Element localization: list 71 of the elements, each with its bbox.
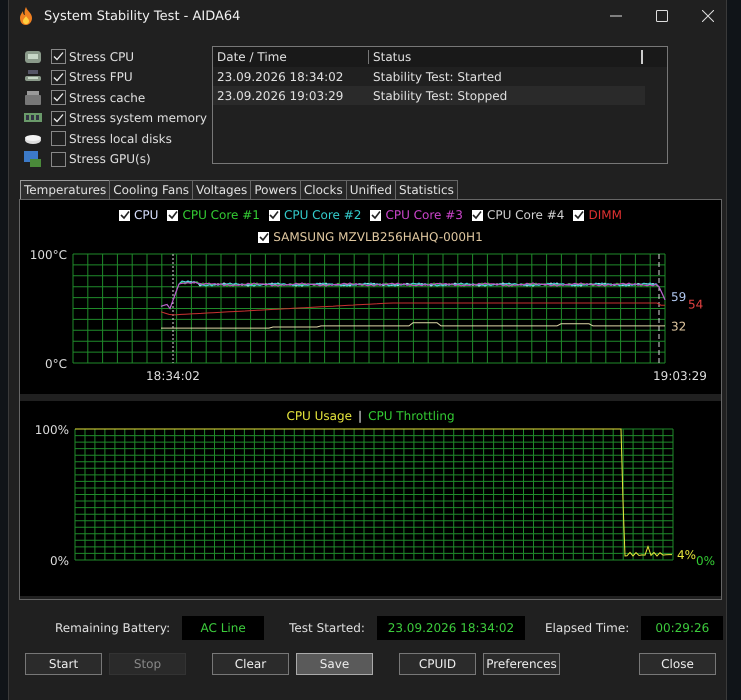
checkbox[interactable] [573, 210, 584, 220]
axis-label: 0°C [44, 357, 67, 371]
legend-label: CPU Core #1 [182, 208, 260, 222]
checkbox[interactable] [167, 210, 178, 220]
legend-label: DIMM [588, 208, 622, 222]
checkbox[interactable] [258, 232, 270, 242]
checkbox[interactable] [268, 210, 280, 220]
button[interactable]: Close [639, 653, 716, 675]
sensor-reading: 59 [671, 290, 686, 304]
status-field: 00:29:26 [641, 616, 724, 640]
time-label: 18:34:02 [146, 369, 200, 383]
table-cell-text: Stability Test: Started [372, 70, 502, 84]
column-header[interactable]: Status [369, 50, 643, 64]
legend-label: CPU Core #2 [284, 208, 362, 222]
field-label: Elapsed Time: [544, 621, 630, 635]
checkbox[interactable] [370, 210, 382, 220]
tab[interactable]: Clocks [300, 180, 347, 199]
sensor-reading: 32 [671, 319, 686, 334]
window-title: System Stability Test - AIDA64 [44, 8, 240, 24]
checkbox[interactable] [472, 210, 483, 220]
checkbox-label[interactable]: Stress CPU [69, 50, 134, 64]
table-cell-text: Stability Test: Stopped [372, 88, 508, 102]
flame-icon [18, 7, 34, 25]
checkbox-label[interactable]: Stress local disks [69, 132, 172, 146]
monitor-icon [23, 150, 43, 168]
table-cell-text: 23.09.2026 18:34:02 [216, 70, 344, 84]
column-header[interactable]: Date / Time [213, 50, 369, 64]
field-label: Remaining Battery: [55, 621, 170, 635]
checkbox-label[interactable]: Stress FPU [69, 70, 133, 84]
checkbox[interactable] [51, 152, 66, 167]
legend-label: SAMSUNG MZVLB256HAHQ-000H1 [273, 230, 483, 244]
axis-label: 100% [34, 423, 69, 437]
legend-label: CPU Core #4 [486, 208, 564, 222]
checkbox[interactable] [119, 210, 130, 220]
checkbox[interactable] [51, 131, 66, 146]
button[interactable]: Save [296, 653, 373, 675]
legend-label: CPU [134, 208, 158, 222]
status-field: 23.09.2026 18:34:02 [376, 616, 525, 640]
field-label: Test Started: [289, 621, 365, 635]
axis-label: 0% [50, 554, 69, 568]
checkbox-label[interactable]: Stress cache [69, 90, 146, 105]
checkbox[interactable] [51, 49, 66, 64]
usage-reading: 4% [677, 548, 696, 562]
button[interactable]: Preferences [483, 653, 560, 675]
legend-label: CPU Usage [286, 409, 352, 423]
button[interactable]: Clear [212, 653, 289, 675]
tab[interactable]: Statistics [395, 180, 458, 199]
checkbox[interactable] [51, 110, 66, 126]
checkbox-label[interactable]: Stress system memory [69, 111, 208, 126]
tab[interactable]: Cooling Fans [109, 180, 194, 199]
checkbox-label[interactable]: Stress GPU(s) [69, 152, 151, 166]
button[interactable]: CPUID [399, 653, 476, 675]
status-field: AC Line [182, 616, 264, 640]
tab[interactable]: Powers [250, 180, 301, 199]
usage-reading: 0% [696, 554, 716, 568]
chip-icon [23, 88, 43, 107]
legend-separator: | [358, 409, 362, 423]
button[interactable]: Start [25, 653, 102, 675]
legend-label: CPU Throttling [368, 409, 455, 423]
tab[interactable]: Voltages [192, 180, 252, 199]
tab[interactable]: Temperatures [20, 180, 110, 199]
table-cell-text: 23.09.2026 19:03:29 [216, 88, 344, 102]
time-label: 19:03:29 [653, 369, 707, 383]
axis-label: 100°C [30, 248, 67, 262]
sensor-reading: 54 [688, 298, 704, 312]
checkbox[interactable] [51, 70, 66, 85]
legend-label: CPU Core #3 [385, 208, 463, 222]
checkbox[interactable] [51, 90, 66, 106]
tab[interactable]: Unified [346, 180, 396, 199]
maximize-icon[interactable] [656, 10, 668, 22]
close-icon[interactable] [702, 10, 714, 22]
